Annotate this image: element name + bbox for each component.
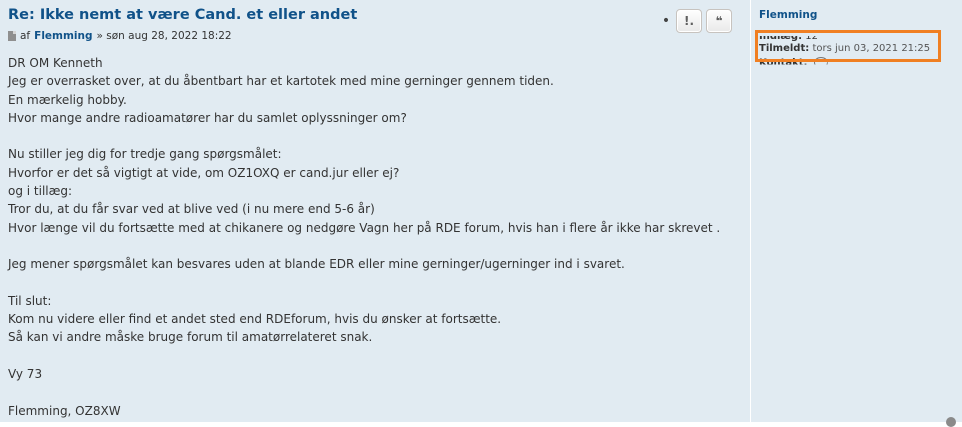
post-content-line: Hvor længe vil du fortsætte med at chika… bbox=[8, 220, 721, 235]
post-content-line: Kom nu videre eller find et andet sted e… bbox=[8, 312, 502, 327]
post-content-line: Vy 73 bbox=[8, 367, 43, 382]
post-content-line: DR OM Kenneth bbox=[8, 56, 103, 70]
post-content-line: En mærkelig hobby. bbox=[8, 92, 127, 107]
post-content-line bbox=[8, 237, 743, 255]
report-button[interactable]: !. bbox=[676, 9, 702, 33]
post-content-line: Jeg er overrasket over, at du åbentbart … bbox=[8, 74, 554, 89]
post-buttons: • !. ❝ bbox=[660, 9, 732, 33]
dropdown-dot-icon[interactable]: • bbox=[660, 10, 672, 32]
post-content-line: Hvorfor er det så vigtigt at vide, om OZ… bbox=[8, 165, 400, 180]
post-content-line: Flemming, OZ8XW bbox=[8, 403, 121, 418]
post-content-line bbox=[8, 274, 743, 292]
post-date: » søn aug 28, 2022 18:22 bbox=[96, 30, 232, 42]
post-content-line: Hvor mange andre radioamatører har du sa… bbox=[8, 110, 407, 125]
profile-username-link[interactable]: Flemming bbox=[759, 9, 817, 21]
post-author-line: af Flemming » søn aug 28, 2022 18:22 bbox=[8, 29, 743, 43]
highlight-box bbox=[755, 30, 941, 62]
post-content-line bbox=[8, 383, 743, 401]
post-content-line bbox=[8, 347, 743, 365]
post-content-line: Tror du, at du får svar ved at blive ved… bbox=[8, 202, 375, 217]
author-name-link[interactable]: Flemming bbox=[34, 29, 92, 43]
post-content-line: Til slut: bbox=[8, 293, 52, 308]
post-title[interactable]: Re: Ikke nemt at være Cand. et eller and… bbox=[8, 5, 743, 25]
post-profile: Flemming Indlæg: 12 Tilmeldt: tors jun 0… bbox=[750, 0, 962, 422]
author-prefix: af bbox=[20, 30, 31, 42]
post-content-line: Nu stiller jeg dig for tredje gang spørg… bbox=[8, 147, 282, 162]
post-body: Re: Ikke nemt at være Cand. et eller and… bbox=[8, 5, 743, 420]
scroll-indicator-icon[interactable] bbox=[946, 417, 956, 427]
post-content-line bbox=[8, 127, 743, 145]
post-content-line: Jeg mener spørgsmålet kan besvares uden … bbox=[8, 257, 625, 272]
post-icon bbox=[8, 31, 16, 41]
post-content-line: og i tillæg: bbox=[8, 184, 73, 199]
quote-button[interactable]: ❝ bbox=[706, 9, 732, 33]
post-content: DR OM Kenneth Jeg er overrasket over, at … bbox=[8, 54, 743, 420]
post-container: Re: Ikke nemt at være Cand. et eller and… bbox=[0, 0, 962, 427]
post-content-line: Så kan vi andre måske bruge forum til am… bbox=[8, 330, 373, 345]
